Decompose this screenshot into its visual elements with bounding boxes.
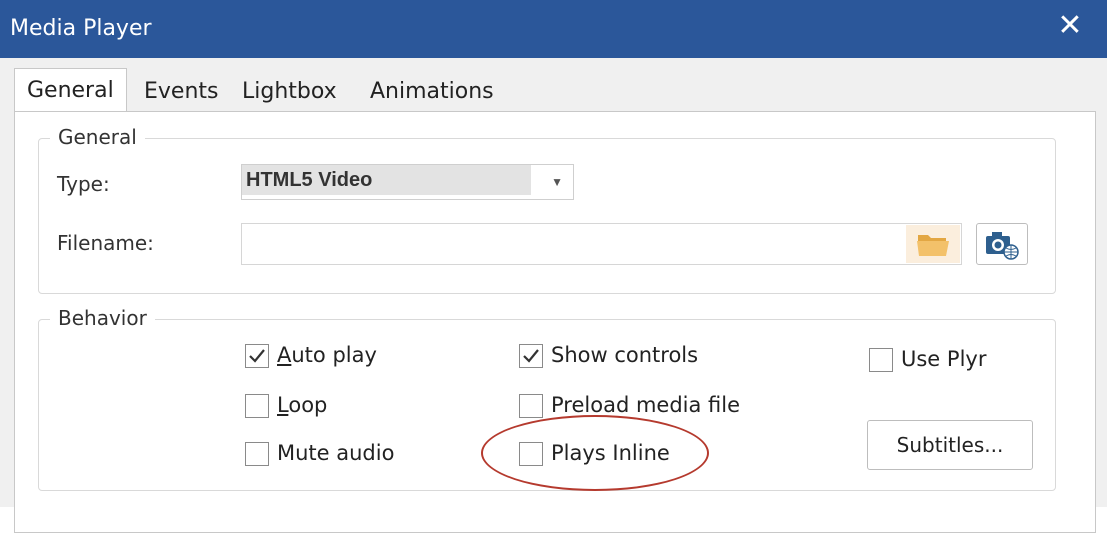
subtitles-button[interactable]: Subtitles...	[867, 420, 1033, 470]
camera-globe-icon	[986, 232, 1019, 260]
auto-play-label[interactable]: Auto play	[277, 343, 377, 367]
auto-play-checkbox[interactable]	[245, 344, 269, 368]
loop-label[interactable]: Loop	[277, 393, 327, 417]
close-icon[interactable]: ✕	[1050, 6, 1090, 46]
loop-checkbox[interactable]	[245, 394, 269, 418]
tab-events[interactable]: Events	[144, 74, 219, 110]
auto-play-label-rest: uto play	[291, 343, 377, 367]
loop-label-rest: oop	[288, 393, 328, 417]
type-label: Type:	[57, 172, 110, 196]
preload-media-checkbox[interactable]	[519, 394, 543, 418]
tab-lightbox[interactable]: Lightbox	[242, 74, 337, 110]
general-legend: General	[50, 125, 145, 149]
filename-input[interactable]	[241, 223, 962, 265]
online-media-button[interactable]	[976, 223, 1028, 265]
window-title: Media Player	[10, 16, 152, 41]
checkmark-icon	[249, 349, 265, 363]
tab-animations[interactable]: Animations	[370, 74, 494, 110]
mute-audio-checkbox[interactable]	[245, 442, 269, 466]
use-plyr-label[interactable]: Use Plyr	[901, 347, 986, 371]
auto-play-mnemonic: A	[277, 343, 292, 367]
loop-mnemonic: L	[277, 393, 289, 417]
title-bar: Media Player ✕	[0, 0, 1107, 58]
show-controls-label[interactable]: Show controls	[551, 343, 698, 367]
type-select-value: HTML5 Video	[242, 165, 531, 195]
preload-media-label[interactable]: Preload media file	[551, 393, 740, 417]
behavior-legend: Behavior	[50, 306, 155, 330]
show-controls-checkbox[interactable]	[519, 344, 543, 368]
browse-button[interactable]	[906, 225, 960, 263]
dialog-body: General Events Lightbox Animations Gener…	[0, 58, 1107, 533]
annotation-ellipse	[481, 415, 709, 491]
mute-audio-label[interactable]: Mute audio	[277, 441, 394, 465]
tab-panel-general: General Type: HTML5 Video ▼ Filename: Be…	[14, 111, 1096, 533]
use-plyr-checkbox[interactable]	[869, 348, 893, 372]
filename-label: Filename:	[57, 231, 154, 255]
checkmark-icon	[523, 349, 539, 363]
chevron-down-icon: ▼	[551, 175, 563, 189]
general-group	[38, 138, 1056, 294]
type-select[interactable]: HTML5 Video ▼	[241, 164, 574, 200]
tab-general[interactable]: General	[14, 68, 127, 113]
folder-icon	[917, 235, 949, 256]
